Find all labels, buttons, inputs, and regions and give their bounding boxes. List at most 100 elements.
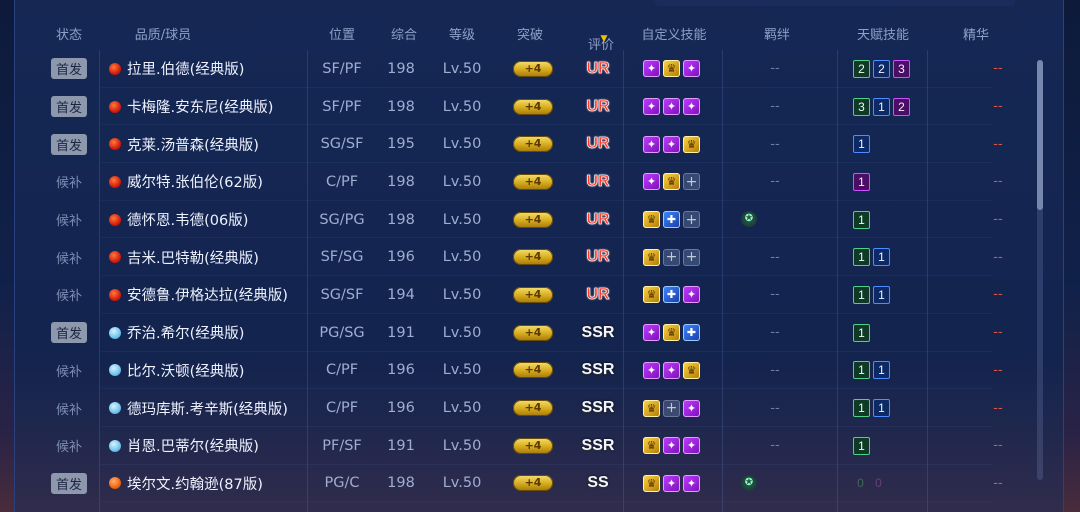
- player-cell[interactable]: 比尔.沃顿(经典版): [109, 352, 244, 390]
- table-row[interactable]: 首发 拉里.伯德(经典版) SF/PF 198 Lv.50 +4 UR ✦ ♛ ✦ -- 2 2 3 --: [15, 50, 1063, 88]
- col-player[interactable]: 品质/球员: [135, 24, 191, 43]
- essence-cell: --: [993, 212, 1003, 228]
- player-cell[interactable]: 拉里.伯德(经典版): [109, 50, 244, 88]
- talent-badge[interactable]: 1: [853, 285, 870, 304]
- gold-skill-icon[interactable]: ♛: [643, 248, 660, 266]
- player-cell[interactable]: 德怀恩.韦德(06版): [109, 201, 248, 239]
- purple-skill-icon[interactable]: ✦: [643, 324, 660, 342]
- scrollbar-thumb[interactable]: [1037, 60, 1043, 210]
- gold-skill-icon[interactable]: ♛: [643, 211, 660, 229]
- essence-cell: --: [993, 287, 1003, 303]
- player-cell[interactable]: 克莱.汤普森(经典版): [109, 125, 259, 163]
- sort-desc-icon: ▼: [600, 34, 608, 44]
- talent-badge[interactable]: 1: [853, 210, 870, 229]
- talent-badge[interactable]: 1: [873, 361, 890, 380]
- player-cell[interactable]: 肖恩.巴蒂尔(经典版): [109, 427, 259, 465]
- player-cell[interactable]: 卡梅隆.安东尼(经典版): [109, 88, 273, 126]
- player-cell[interactable]: 乔治.希尔(经典版): [109, 314, 244, 352]
- col-overall[interactable]: 综合: [391, 24, 417, 43]
- bond-cell: --: [770, 362, 780, 378]
- purple-skill-icon[interactable]: ✦: [663, 361, 680, 379]
- empty-slot-icon[interactable]: +: [683, 211, 700, 229]
- table-row[interactable]: 候补 德怀恩.韦德(06版) SG/PG 198 Lv.50 +4 UR ♛ ✚ + ✪ 1 --: [15, 201, 1063, 239]
- talent-badge[interactable]: 3: [893, 59, 910, 78]
- gold-skill-icon[interactable]: ♛: [643, 474, 660, 492]
- col-position[interactable]: 位置: [329, 24, 355, 43]
- quality-red-icon: [109, 100, 121, 113]
- position-cell: SG/SF: [320, 136, 364, 153]
- table-row[interactable]: 候补 肖恩.巴蒂尔(经典版) PF/SF 191 Lv.50 +4 SSR ♛ ✦ ✦ -- 1 --: [15, 427, 1063, 465]
- gold-skill-icon[interactable]: ♛: [663, 60, 680, 78]
- purple-skill-icon[interactable]: ✦: [683, 437, 700, 455]
- talent-cell: 1: [853, 314, 870, 352]
- talent-badge[interactable]: 1: [853, 436, 870, 455]
- essence-cell: --: [993, 475, 1003, 491]
- purple-skill-icon[interactable]: ✦: [663, 135, 680, 153]
- talent-badge[interactable]: 2: [893, 97, 910, 116]
- gold-skill-icon[interactable]: ♛: [683, 361, 700, 379]
- col-breakout[interactable]: 突破: [517, 24, 543, 43]
- gold-skill-icon[interactable]: ♛: [643, 286, 660, 304]
- purple-skill-icon[interactable]: ✦: [643, 60, 660, 78]
- purple-skill-icon[interactable]: ✦: [683, 98, 700, 116]
- talent-badge[interactable]: 2: [853, 59, 870, 78]
- blue-skill-icon[interactable]: ✚: [663, 286, 680, 304]
- talent-badge[interactable]: 1: [873, 97, 890, 116]
- table-row[interactable]: 首发 克莱.汤普森(经典版) SG/SF 195 Lv.50 +4 UR ✦ ✦ ♛ -- 1 --: [15, 125, 1063, 164]
- bond-emblem-icon[interactable]: ✪: [741, 210, 757, 227]
- gold-skill-icon[interactable]: ♛: [663, 324, 680, 342]
- talent-cell: 312: [853, 88, 910, 126]
- empty-slot-icon[interactable]: +: [663, 248, 680, 266]
- purple-skill-icon[interactable]: ✦: [663, 474, 680, 492]
- table-row[interactable]: 首发 卡梅隆.安东尼(经典版) SF/PF 198 Lv.50 +4 UR ✦ ✦ ✦ -- 3 1 2-…: [15, 88, 1063, 126]
- talent-badge[interactable]: 1: [873, 399, 890, 418]
- purple-skill-icon[interactable]: ✦: [643, 361, 660, 379]
- table-row[interactable]: 候补 德玛库斯.考辛斯(经典版) C/PF 196 Lv.50 +4 SSR ♛ + ✦ -- 1 1 -…: [15, 389, 1063, 427]
- talent-badge[interactable]: 1: [853, 135, 870, 154]
- table-row[interactable]: 候补 安德鲁.伊格达拉(经典版) SG/SF 194 Lv.50 +4 UR ♛ ✚ ✦ -- 1 1 -…: [15, 276, 1063, 314]
- table-row[interactable]: 候补 威尔特.张伯伦(62版) C/PF 198 Lv.50 +4 UR ✦ ♛ + -- 1 --: [15, 163, 1063, 201]
- level-cell: Lv.50: [442, 173, 482, 190]
- purple-skill-icon[interactable]: ✦: [643, 135, 660, 153]
- purple-skill-icon[interactable]: ✦: [683, 286, 700, 304]
- talent-badge[interactable]: 0: [871, 475, 886, 491]
- purple-skill-icon[interactable]: ✦: [683, 474, 700, 492]
- talent-badge[interactable]: 0: [853, 475, 868, 491]
- table-row[interactable]: 首发 乔治.希尔(经典版) PG/SG 191 Lv.50 +4 SSR ✦ ♛ ✚ -- 1 --: [15, 314, 1063, 352]
- gold-skill-icon[interactable]: ♛: [663, 173, 680, 191]
- player-cell[interactable]: 威尔特.张伯伦(62版): [109, 163, 263, 201]
- empty-slot-icon[interactable]: +: [683, 173, 700, 191]
- player-cell[interactable]: 德玛库斯.考辛斯(经典版): [109, 389, 288, 427]
- talent-badge[interactable]: 3: [853, 97, 870, 116]
- table-row[interactable]: 候补 比尔.沃顿(经典版) C/PF 196 Lv.50 +4 SSR ✦ ✦ ♛ -- 1 1 --: [15, 352, 1063, 390]
- player-cell[interactable]: 安德鲁.伊格达拉(经典版): [109, 276, 288, 314]
- player-cell[interactable]: 吉米.巴特勒(经典版): [109, 238, 259, 276]
- purple-skill-icon[interactable]: ✦: [643, 173, 660, 191]
- purple-skill-icon[interactable]: ✦: [663, 98, 680, 116]
- talent-badge[interactable]: 1: [853, 361, 870, 380]
- bond-emblem-icon[interactable]: ✪: [741, 474, 757, 491]
- table-row[interactable]: 首发 埃尔文.约翰逊(87版) PG/C 198 Lv.50 +4 SS ♛ ✦ ✦ ✪ 0 0 --: [15, 465, 1063, 503]
- talent-badge[interactable]: 1: [873, 285, 890, 304]
- talent-badge[interactable]: 1: [853, 323, 870, 342]
- empty-slot-icon[interactable]: +: [663, 399, 680, 417]
- purple-skill-icon[interactable]: ✦: [663, 437, 680, 455]
- talent-badge[interactable]: 1: [853, 248, 870, 267]
- gold-skill-icon[interactable]: ♛: [643, 399, 660, 417]
- purple-skill-icon[interactable]: ✦: [683, 60, 700, 78]
- blue-skill-icon[interactable]: ✚: [683, 324, 700, 342]
- talent-badge[interactable]: 1: [853, 172, 870, 191]
- purple-skill-icon[interactable]: ✦: [643, 98, 660, 116]
- talent-badge[interactable]: 2: [873, 59, 890, 78]
- talent-badge[interactable]: 1: [873, 248, 890, 267]
- col-level[interactable]: 等级: [449, 24, 475, 43]
- talent-badge[interactable]: 1: [853, 399, 870, 418]
- purple-skill-icon[interactable]: ✦: [683, 399, 700, 417]
- blue-skill-icon[interactable]: ✚: [663, 211, 680, 229]
- empty-slot-icon[interactable]: +: [683, 248, 700, 266]
- scrollbar[interactable]: [1037, 60, 1043, 480]
- player-cell[interactable]: 埃尔文.约翰逊(87版): [109, 465, 263, 503]
- gold-skill-icon[interactable]: ♛: [683, 135, 700, 153]
- gold-skill-icon[interactable]: ♛: [643, 437, 660, 455]
- table-row[interactable]: 候补 吉米.巴特勒(经典版) SF/SG 196 Lv.50 +4 UR ♛ + + -- 1 1 --: [15, 238, 1063, 277]
